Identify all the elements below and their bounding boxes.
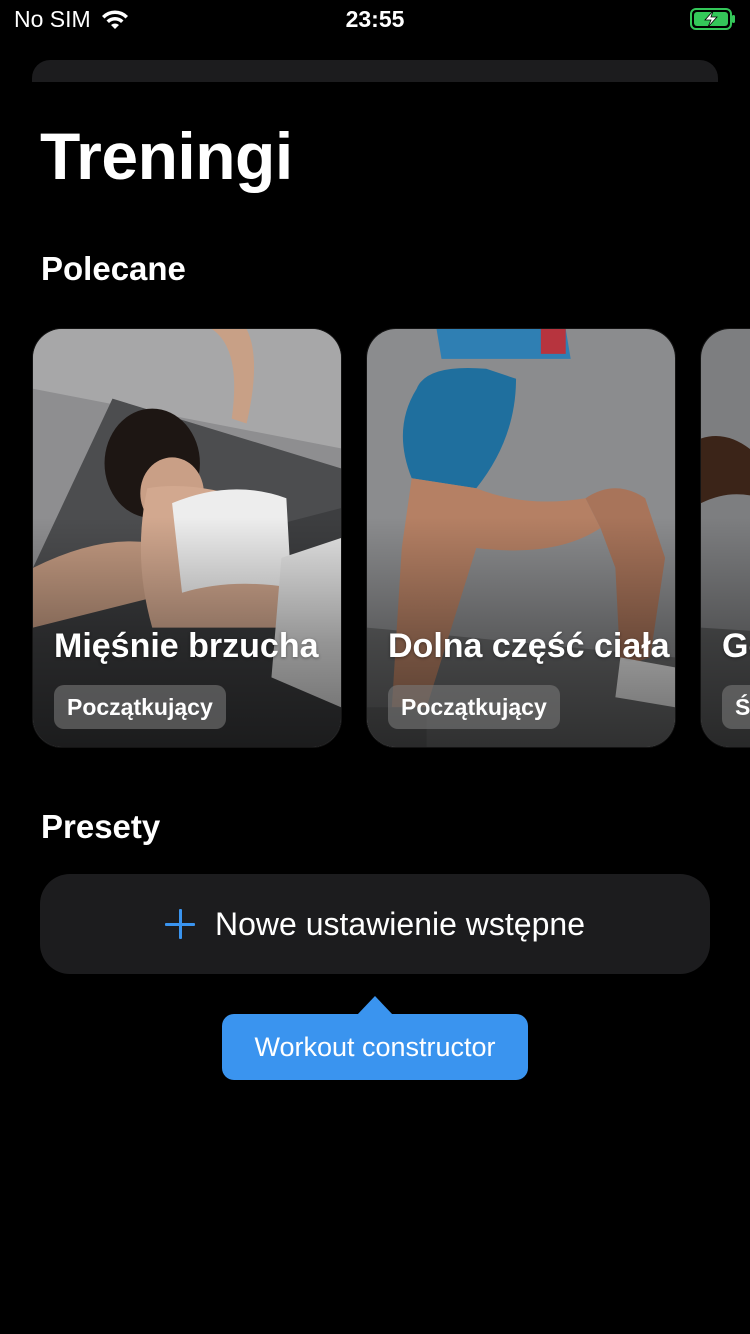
card-title: Gó (722, 627, 750, 665)
level-badge: Ś (722, 685, 750, 729)
new-preset-label: Nowe ustawienie wstępne (215, 905, 585, 942)
recommended-carousel[interactable]: Mięśnie brzucha Początkujący Dolna część… (0, 328, 750, 748)
status-time: 23:55 (345, 6, 405, 32)
battery-charging-icon (690, 8, 735, 30)
level-badge: Początkujący (54, 685, 226, 729)
plus-icon (165, 909, 195, 939)
workout-card-upper-body[interactable]: Gó Ś (700, 328, 750, 748)
card-title: Mięśnie brzucha (54, 627, 319, 665)
tooltip-text: Workout constructor (254, 1031, 496, 1062)
workout-card-lower-body[interactable]: Dolna część ciała Początkujący (366, 328, 676, 748)
section-title-presets: Presety (41, 808, 161, 845)
page-title: Treningi (40, 119, 293, 193)
level-badge: Początkujący (388, 685, 560, 729)
status-bar: No SIM 23:55 (0, 0, 750, 40)
workout-constructor-tooltip[interactable]: Workout constructor (222, 1014, 528, 1080)
tooltip-arrow (357, 996, 393, 1015)
workout-card-abs[interactable]: Mięśnie brzucha Początkujący (32, 328, 342, 748)
section-title-recommended: Polecane (41, 250, 186, 287)
new-preset-button[interactable]: Nowe ustawienie wstępne (40, 874, 710, 974)
screen: No SIM 23:55 Treningi Polecane Mięśnie b… (0, 0, 750, 1334)
card-title: Dolna część ciała (388, 627, 670, 665)
sheet-top-edge (32, 60, 718, 82)
